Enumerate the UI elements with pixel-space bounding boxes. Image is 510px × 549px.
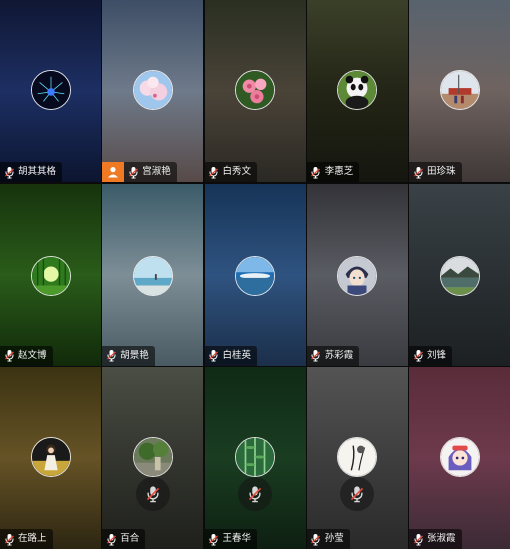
participant-name: 王春华: [222, 533, 252, 544]
girl-in-field-photo-icon: [30, 437, 71, 477]
participant-tile[interactable]: 宫淑艳: [102, 0, 204, 182]
bamboo-photo-icon: [235, 437, 275, 477]
participant-name-bar: 田珍珠: [409, 162, 462, 182]
mic-off-icon: [0, 529, 18, 549]
mountain-lake-photo-icon: [439, 255, 480, 296]
cherry-blossom-photo-icon: [132, 70, 173, 110]
participant-name: 苏彩霞: [324, 349, 354, 361]
mic-off-icon: [102, 346, 120, 366]
participant-name-bar: 白桂英: [204, 345, 258, 366]
mic-off-icon: [307, 529, 325, 549]
participant-name-bar: 在路上: [0, 529, 53, 549]
video-grid: 胡其其格 宫淑艳 白秀文 李惠芝 田珍珠赵文博 胡景艳 白桂英 苏彩霞 刘锋在路上 百合 王春华 孙莹…: [0, 0, 510, 549]
lake-photo-icon: [235, 255, 275, 296]
participant-name-bar: 百合: [102, 529, 146, 549]
mic-off-icon: [409, 529, 427, 549]
participant-tile[interactable]: 白桂英: [204, 183, 306, 366]
participant-tile[interactable]: 田珍珠: [409, 0, 510, 182]
tiananmen-photo-icon: [439, 70, 480, 110]
participant-name: 在路上: [18, 533, 47, 544]
participant-name: 百合: [120, 533, 140, 544]
participant-name: 孙莹: [324, 533, 344, 544]
mic-off-icon: [0, 162, 18, 182]
participant-tile[interactable]: 李惠芝: [306, 0, 408, 182]
mic-off-icon: [205, 346, 223, 366]
participant-name-bar: 苏彩霞: [306, 345, 360, 366]
participant-tile[interactable]: 张淑霞: [409, 367, 510, 549]
mic-off-icon: [307, 346, 325, 366]
participant-name: 刘锋: [427, 349, 447, 361]
participant-tile[interactable]: 白秀文: [204, 0, 306, 182]
host-person-icon: [102, 162, 125, 182]
fireworks-photo-icon: [30, 70, 71, 110]
participant-name: 赵文博: [18, 349, 47, 361]
mic-muted-icon: [135, 477, 170, 511]
participant-tile[interactable]: 胡景艳: [102, 183, 204, 366]
beach-photo-icon: [132, 255, 173, 296]
forest-sunlight-photo-icon: [30, 255, 71, 296]
mic-muted-icon: [340, 477, 375, 511]
participant-tile[interactable]: 百合: [102, 367, 204, 549]
participant-name-bar: 白秀文: [204, 162, 258, 182]
participant-name-bar: 李惠芝: [306, 162, 360, 182]
participant-name: 宫淑艳: [142, 166, 171, 177]
participant-name: 胡其其格: [18, 166, 57, 177]
ink-sketch-photo-icon: [337, 437, 378, 477]
participant-name: 白秀文: [222, 166, 252, 177]
participant-tile[interactable]: 在路上: [0, 367, 101, 549]
mic-off-icon: [102, 529, 120, 549]
mic-off-icon: [124, 162, 142, 182]
mic-muted-icon: [238, 477, 272, 511]
participant-tile[interactable]: 胡其其格: [0, 0, 101, 182]
participant-tile[interactable]: 孙莹: [306, 367, 408, 549]
participant-name-bar: 胡景艳: [102, 345, 155, 366]
mic-off-icon: [0, 346, 18, 366]
participant-name: 李惠芝: [324, 166, 354, 177]
participant-name: 白桂英: [222, 349, 252, 361]
participant-name: 张淑霞: [427, 533, 456, 544]
participant-name: 田珍珠: [427, 166, 456, 177]
participant-name-bar: 刘锋: [409, 345, 453, 366]
participant-name-bar: 宫淑艳: [124, 162, 177, 182]
participant-name-bar: 胡其其格: [0, 162, 63, 182]
participant-name-bar: 孙莹: [306, 529, 350, 549]
garden-photo-icon: [132, 437, 173, 477]
mic-off-icon: [205, 162, 223, 182]
mic-off-icon: [409, 162, 427, 182]
participant-tile[interactable]: 刘锋: [409, 183, 510, 366]
mic-off-icon: [307, 162, 325, 182]
anime-boy-photo-icon: [337, 255, 378, 296]
mic-off-icon: [409, 346, 427, 366]
mic-off-icon: [205, 529, 223, 549]
participant-name-bar: 赵文博: [0, 345, 53, 366]
participant-tile[interactable]: 赵文博: [0, 183, 101, 366]
participant-tile[interactable]: 苏彩霞: [306, 183, 408, 366]
panda-photo-icon: [337, 70, 378, 110]
participant-name-bar: 张淑霞: [409, 529, 462, 549]
cartoon-girl-photo-icon: [439, 437, 480, 477]
pink-roses-photo-icon: [235, 70, 275, 110]
participant-tile[interactable]: 王春华: [204, 367, 306, 549]
participant-name-bar: 王春华: [204, 529, 258, 549]
participant-name: 胡景艳: [120, 349, 149, 361]
